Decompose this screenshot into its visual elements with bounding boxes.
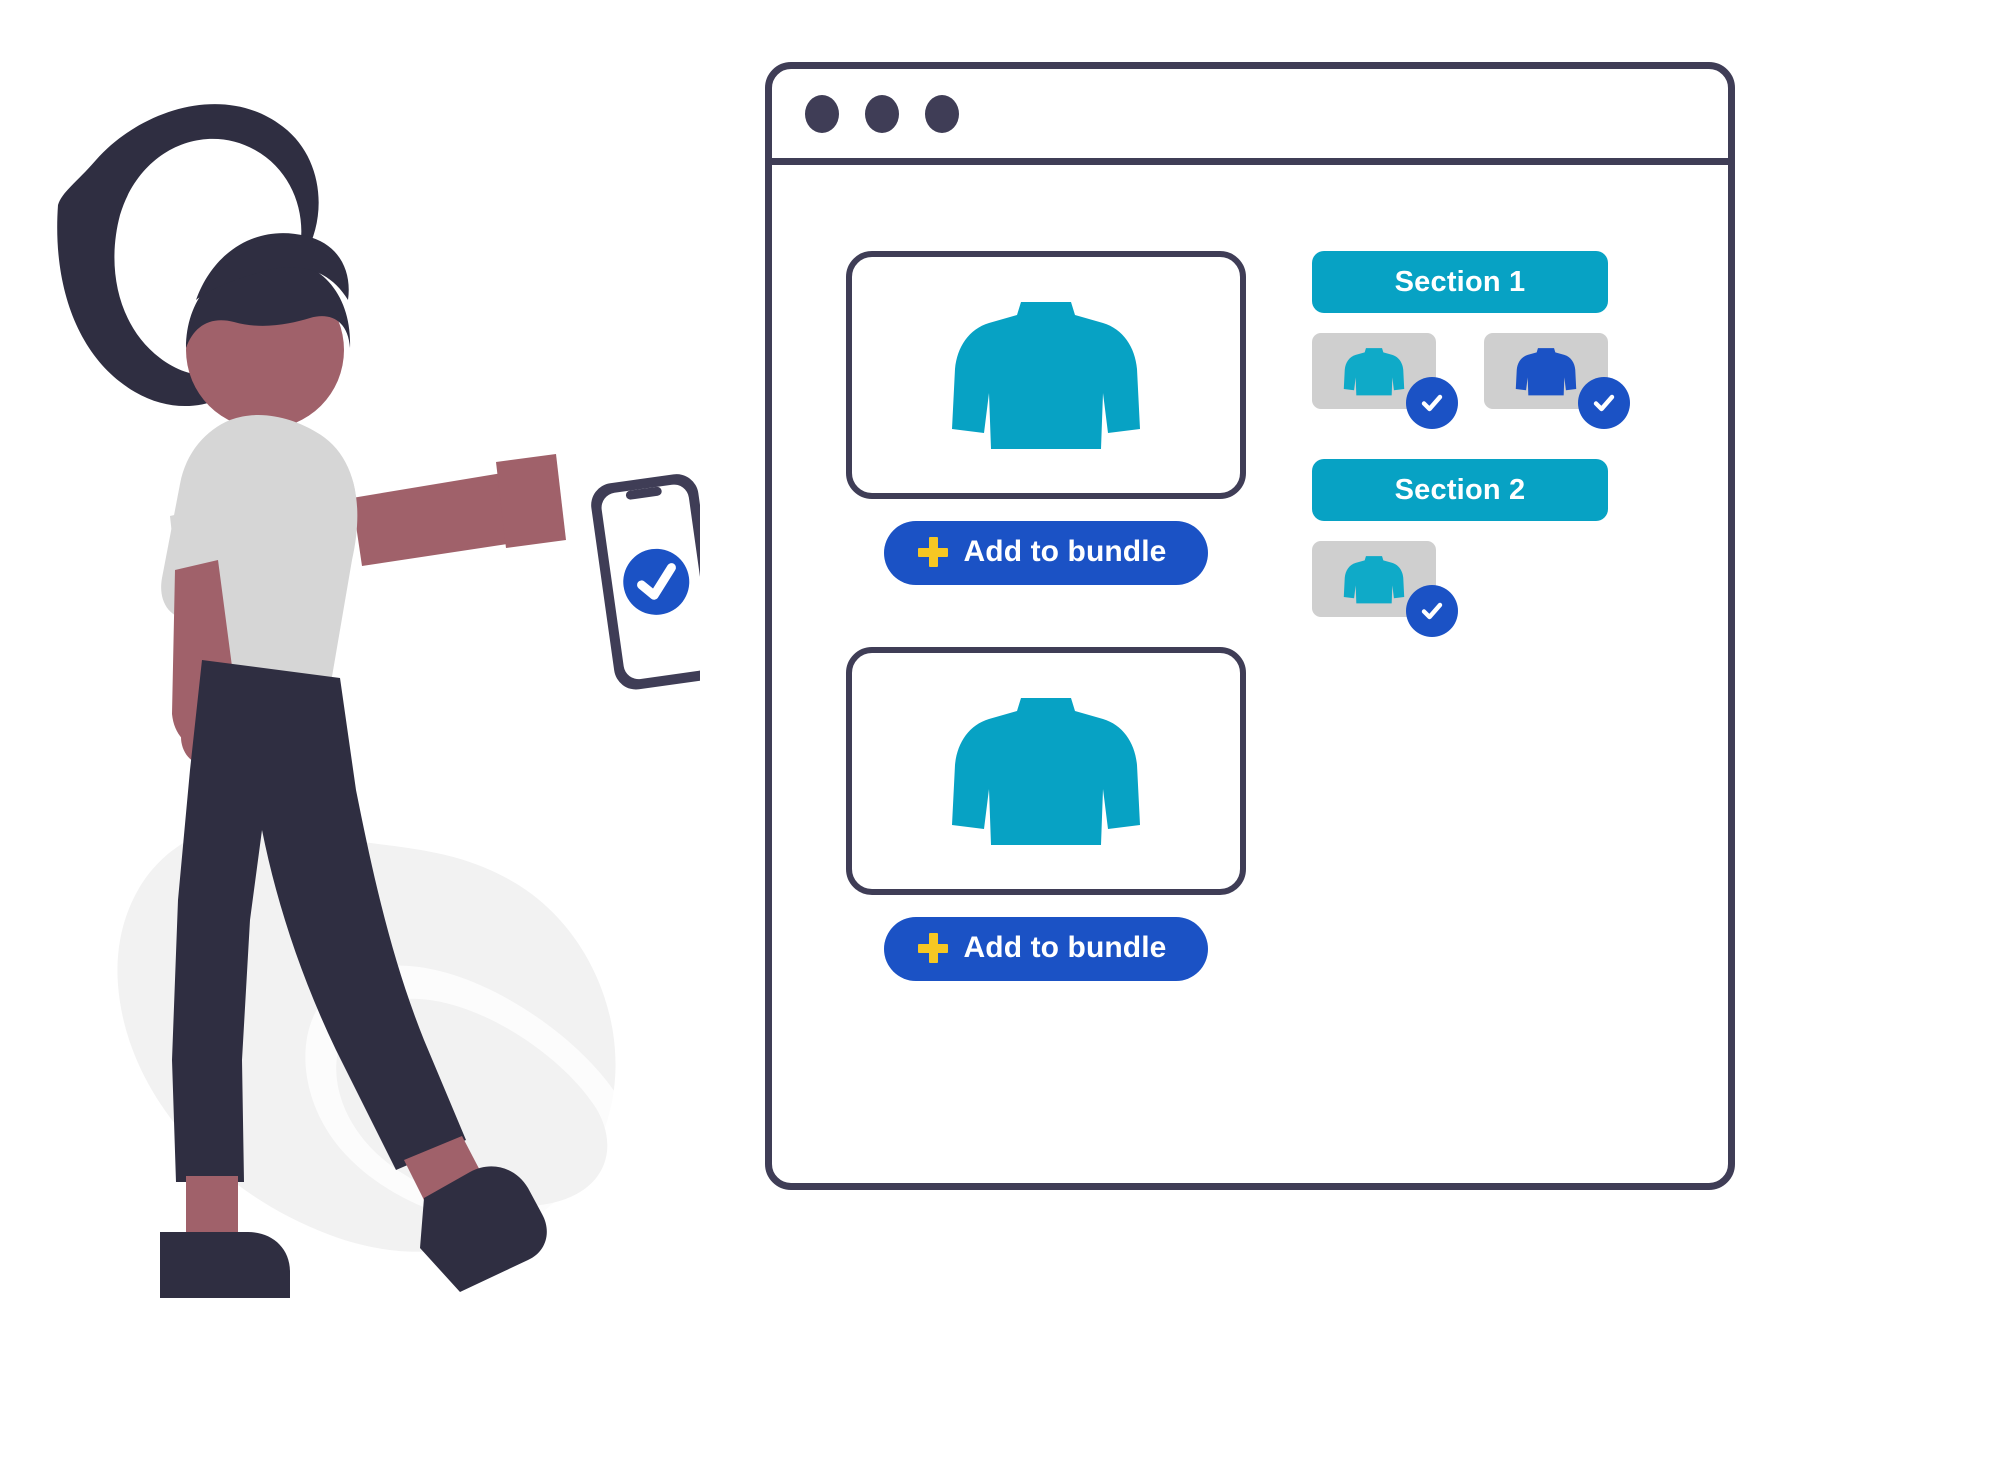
sweater-icon (1515, 344, 1577, 398)
browser-titlebar (772, 69, 1728, 165)
product-spacer (846, 585, 1246, 647)
sweater-icon (951, 289, 1141, 462)
browser-window-mockup: Add to bundle Add to bundle Section 1 Se… (765, 62, 1735, 1190)
woman-holding-phone-illustration (0, 0, 700, 1458)
add-to-bundle-label: Add to bundle (963, 535, 1167, 568)
product-card[interactable] (846, 647, 1246, 895)
selected-check-badge[interactable] (1406, 377, 1458, 429)
plus-icon (917, 537, 948, 567)
section-list: Section 1 Section 2 (1312, 251, 1642, 637)
selected-check-badge[interactable] (1406, 585, 1458, 637)
thumbnail-teal-sweater[interactable] (1312, 333, 1458, 429)
sweater-icon (1343, 552, 1405, 606)
add-to-bundle-wrap: Add to bundle (846, 521, 1246, 585)
add-to-bundle-button[interactable]: Add to bundle (883, 521, 1209, 585)
window-dot-1[interactable] (805, 94, 839, 133)
check-icon (1421, 394, 1443, 412)
arm-right (352, 454, 566, 566)
section-2-thumbnails (1312, 541, 1642, 637)
thumbnail-teal-sweater[interactable] (1312, 541, 1458, 637)
thumbnail-blue-sweater[interactable] (1484, 333, 1630, 429)
product-list: Add to bundle Add to bundle (846, 251, 1246, 981)
add-to-bundle-label: Add to bundle (963, 931, 1167, 964)
add-to-bundle-button[interactable]: Add to bundle (883, 917, 1209, 981)
add-to-bundle-wrap: Add to bundle (846, 917, 1246, 981)
sweater-icon (1343, 344, 1405, 398)
check-icon (1421, 602, 1443, 620)
window-dot-3[interactable] (925, 94, 959, 133)
selected-check-badge[interactable] (1578, 377, 1630, 429)
check-icon (1593, 394, 1615, 412)
window-dot-2[interactable] (865, 94, 899, 133)
plus-icon (917, 933, 948, 963)
section-badge-1[interactable]: Section 1 (1312, 251, 1608, 313)
illustration-scene: Add to bundle Add to bundle Section 1 Se… (0, 0, 2000, 1458)
section-badge-2[interactable]: Section 2 (1312, 459, 1608, 521)
section-label: Section 1 (1394, 265, 1526, 298)
phone (591, 474, 700, 690)
sweater-icon (951, 685, 1141, 858)
product-card[interactable] (846, 251, 1246, 499)
head (186, 233, 351, 429)
section-1-thumbnails (1312, 333, 1642, 429)
section-label: Section 2 (1394, 473, 1526, 506)
browser-viewport: Add to bundle Add to bundle Section 1 Se… (772, 165, 1728, 1183)
